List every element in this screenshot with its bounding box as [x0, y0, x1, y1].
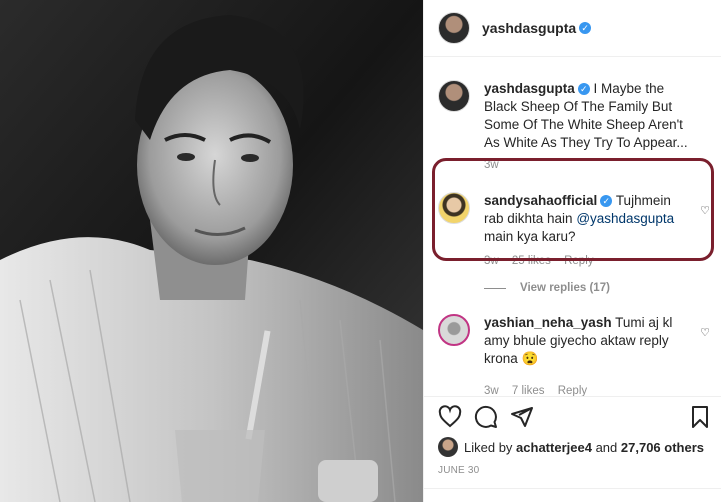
share-icon[interactable] [510, 405, 534, 429]
post-header: yashdasgupta ✓ [424, 0, 721, 57]
likes-summary: Liked by achatterjee4 and 27,706 others [438, 437, 704, 457]
post-photo[interactable] [0, 0, 423, 502]
likes-prefix: Liked by [464, 439, 513, 455]
view-replies-button[interactable]: View replies (17) [484, 282, 610, 294]
author-username[interactable]: yashdasgupta [482, 20, 576, 36]
verified-icon: ✓ [600, 195, 613, 207]
comment-mention[interactable]: @yashdasgupta [576, 211, 674, 226]
comment-likes[interactable]: 25 likes [512, 255, 551, 267]
likes-middle: and [595, 439, 618, 455]
heart-icon[interactable] [438, 405, 462, 429]
commenter-avatar[interactable] [438, 192, 470, 224]
caption-author[interactable]: yashdasgupta [484, 81, 575, 96]
post-date[interactable]: JUNE 30 [438, 465, 479, 476]
comment-time[interactable]: 3w [484, 255, 499, 267]
view-replies-label: View replies (17) [520, 282, 610, 294]
commenter-avatar[interactable] [438, 314, 470, 346]
likes-others[interactable]: 27,706 others [621, 440, 704, 455]
add-comment-bar[interactable] [424, 488, 721, 502]
verified-icon: ✓ [579, 22, 592, 34]
caption-avatar[interactable] [438, 80, 470, 112]
liker-username[interactable]: achatterjee4 [516, 440, 592, 455]
caption-time[interactable]: 3w [484, 159, 499, 171]
comment-author[interactable]: yashian_neha_yash [484, 315, 612, 330]
heart-icon[interactable]: ♡ [700, 204, 710, 217]
comment-item: sandysahaofficial ✓ Tujhmein rab dikhta h… [438, 192, 710, 270]
comment-icon[interactable] [474, 405, 498, 429]
bookmark-icon[interactable] [688, 405, 712, 429]
action-bar [424, 396, 721, 436]
comment-author[interactable]: sandysahaofficial [484, 193, 597, 208]
verified-icon: ✓ [577, 83, 590, 95]
heart-icon[interactable]: ♡ [700, 326, 710, 339]
post-panel: yashdasgupta ✓ yashdasgupta ✓ I Maybe the… [423, 0, 721, 502]
divider [484, 287, 506, 289]
caption: yashdasgupta ✓ I Maybe the Black Sheep Of… [438, 80, 710, 174]
reply-button[interactable]: Reply [564, 255, 593, 267]
comment-item: yashian_neha_yash Tumi aj kl amy bhule g… [438, 314, 710, 400]
liker-avatar[interactable] [438, 437, 458, 457]
author-avatar[interactable] [438, 12, 470, 44]
comment-text-end: main kya karu? [484, 229, 576, 244]
